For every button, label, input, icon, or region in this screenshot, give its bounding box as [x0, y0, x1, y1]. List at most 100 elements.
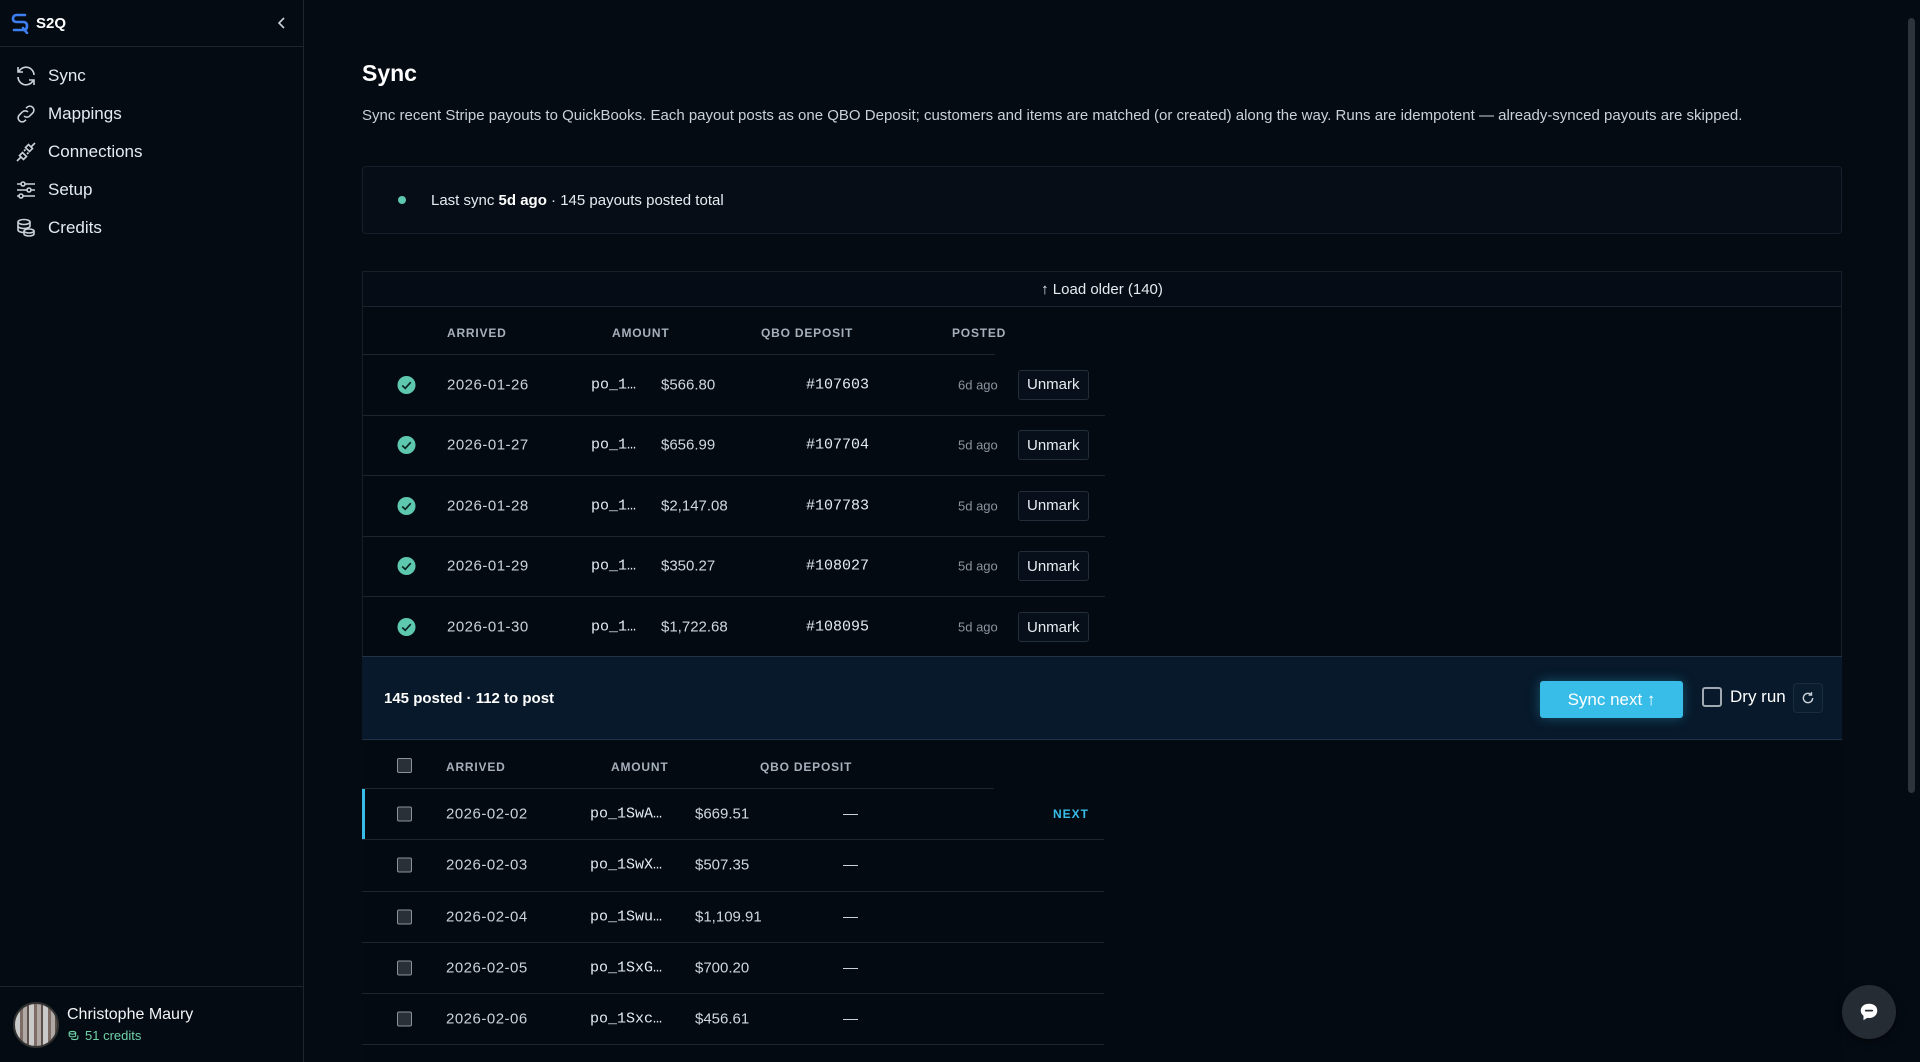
- row-checkbox[interactable]: [397, 806, 412, 822]
- column-header-amount: AMOUNT: [612, 326, 670, 340]
- next-badge: NEXT: [1053, 807, 1090, 822]
- posted-payouts-table: ↑ Load older (140) ARRIVED AMOUNT QBO DE…: [362, 271, 1842, 656]
- credits-label: 51 credits: [85, 1028, 142, 1043]
- dry-run-label: Dry run: [1730, 687, 1786, 706]
- arrived-date: 2026-01-29: [447, 557, 529, 575]
- table-row: 2026-01-29 po_1… $350.27 #108027 5d ago …: [363, 537, 1105, 597]
- table-row: 2026-02-02 po_1SwA… $669.51 — NEXT: [362, 789, 1104, 841]
- row-checkbox[interactable]: [397, 857, 412, 873]
- user-profile[interactable]: Christophe Maury 51 credits: [0, 986, 303, 1062]
- refresh-button[interactable]: [1793, 683, 1823, 713]
- status-when: 5d ago: [498, 191, 547, 209]
- sync-next-button[interactable]: Sync next ↑: [1540, 681, 1683, 718]
- avatar[interactable]: [13, 1001, 59, 1048]
- status-suffix: · 145 payouts posted total: [546, 191, 724, 209]
- payout-id: po_1Swu…: [590, 908, 663, 926]
- row-checkbox[interactable]: [397, 960, 412, 976]
- table-row: 2026-02-04 po_1Swu… $1,109.91 —: [362, 892, 1104, 943]
- qbo-deposit-link[interactable]: #107783: [806, 497, 869, 514]
- collapse-sidebar-button[interactable]: [271, 12, 293, 34]
- column-header-posted: POSTED: [952, 326, 1007, 340]
- payout-id: po_1SwX…: [590, 856, 663, 874]
- payout-id: po_1…: [591, 618, 637, 636]
- qbo-deposit: —: [843, 908, 858, 926]
- column-header-qbo-deposit: QBO DEPOSIT: [761, 326, 854, 340]
- unmark-button[interactable]: Unmark: [1018, 612, 1089, 643]
- column-header-amount: AMOUNT: [611, 760, 669, 774]
- check-circle-icon: [397, 618, 416, 637]
- unmark-button[interactable]: Unmark: [1018, 490, 1089, 521]
- brand[interactable]: S2Q: [10, 12, 66, 34]
- page-scrollbar[interactable]: [1908, 18, 1915, 793]
- sidebar-item-setup[interactable]: Setup: [0, 171, 303, 209]
- sidebar-item-connections[interactable]: Connections: [0, 133, 303, 171]
- table-row: 2026-01-30 po_1… $1,722.68 #108095 5d ag…: [363, 597, 1105, 658]
- posted-ago: 6d ago: [958, 377, 998, 393]
- select-all-checkbox[interactable]: [397, 758, 412, 773]
- amount: $656.99: [661, 436, 716, 454]
- sidebar-item-label: Credits: [48, 218, 102, 237]
- sidebar-item-label: Sync: [48, 66, 86, 85]
- sidebar-item-mappings[interactable]: Mappings: [0, 95, 303, 133]
- arrived-date: 2026-01-27: [447, 436, 529, 454]
- row-checkbox[interactable]: [397, 909, 412, 925]
- chat-bubble-icon: [1860, 1003, 1878, 1021]
- amount: $2,147.08: [661, 497, 728, 515]
- arrived-date: 2026-02-06: [446, 1010, 528, 1028]
- qbo-deposit: —: [843, 959, 858, 977]
- dry-run-toggle[interactable]: Dry run: [1702, 687, 1786, 707]
- arrived-date: 2026-02-05: [446, 959, 528, 977]
- qbo-deposit-link[interactable]: #108027: [806, 558, 869, 575]
- arrived-date: 2026-01-28: [447, 497, 529, 515]
- qbo-deposit-link[interactable]: #107603: [806, 376, 869, 393]
- load-older-button[interactable]: ↑ Load older (140): [363, 272, 1841, 307]
- sidebar-item-sync[interactable]: Sync: [0, 57, 303, 95]
- status-prefix: Last sync: [431, 191, 499, 209]
- unmark-button[interactable]: Unmark: [1018, 551, 1089, 582]
- amount: $507.35: [695, 856, 750, 874]
- check-circle-icon: [397, 375, 416, 394]
- table-header: ARRIVED AMOUNT QBO DEPOSIT: [362, 741, 994, 789]
- amount: $1,109.91: [695, 908, 762, 926]
- page-title: Sync: [362, 60, 417, 86]
- user-name: Christophe Maury: [67, 1006, 194, 1023]
- table-row: 2026-01-26 po_1… $566.80 #107603 6d ago …: [363, 355, 1105, 416]
- page-description: Sync recent Stripe payouts to QuickBooks…: [362, 107, 1743, 124]
- table-header: ARRIVED AMOUNT QBO DEPOSIT POSTED: [363, 307, 1005, 355]
- sidebar-header: S2Q: [0, 0, 303, 47]
- plug-icon: [16, 142, 36, 162]
- unmark-button[interactable]: Unmark: [1018, 430, 1089, 461]
- payout-id: po_1…: [591, 557, 637, 575]
- qbo-deposit: —: [843, 1010, 858, 1028]
- main-content: Sync Sync recent Stripe payouts to Quick…: [304, 0, 1920, 1062]
- amount: $1,722.68: [661, 618, 728, 636]
- unmark-button[interactable]: Unmark: [1018, 369, 1089, 400]
- payout-id: po_1…: [591, 497, 637, 515]
- check-circle-icon: [397, 496, 416, 515]
- column-header-qbo-deposit: QBO DEPOSIT: [760, 760, 853, 774]
- status-dot-icon: [398, 196, 406, 204]
- posted-ago: 5d ago: [958, 498, 998, 514]
- payout-id: po_1SwA…: [590, 805, 663, 823]
- coins-icon: [17, 218, 35, 237]
- sidebar-item-credits[interactable]: Credits: [0, 209, 303, 247]
- amount: $566.80: [661, 376, 716, 394]
- chat-button[interactable]: [1842, 985, 1896, 1039]
- sync-icon: [17, 66, 35, 86]
- arrived-date: 2026-02-02: [446, 805, 528, 823]
- sidebar-item-label: Mappings: [48, 104, 122, 123]
- table-row: 2026-01-28 po_1… $2,147.08 #107783 5d ag…: [363, 476, 1105, 537]
- row-checkbox[interactable]: [397, 1011, 412, 1027]
- qbo-deposit-link[interactable]: #107704: [806, 437, 869, 454]
- posted-ago: 5d ago: [958, 437, 998, 453]
- arrived-date: 2026-01-26: [447, 376, 529, 394]
- dry-run-checkbox[interactable]: [1702, 687, 1722, 707]
- posted-ago: 5d ago: [958, 558, 998, 574]
- qbo-deposit-link[interactable]: #108095: [806, 619, 869, 636]
- brand-name: S2Q: [36, 14, 67, 32]
- arrived-date: 2026-02-04: [446, 908, 528, 926]
- payout-id: po_1…: [591, 436, 637, 454]
- posted-ago: 5d ago: [958, 619, 998, 635]
- check-circle-icon: [397, 436, 416, 455]
- payout-id: po_1Sxc…: [590, 1010, 663, 1028]
